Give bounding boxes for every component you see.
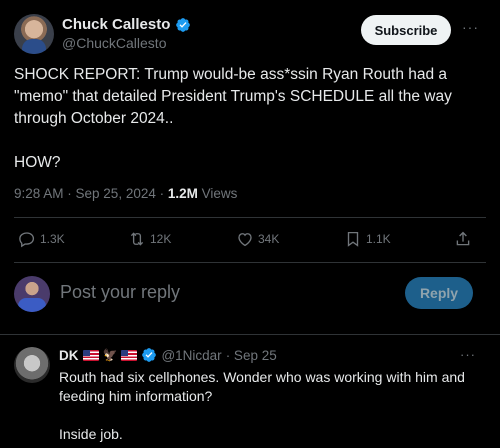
- eagle-icon: 🦅: [102, 348, 118, 362]
- like-icon: [238, 233, 252, 247]
- subscribe-button[interactable]: Subscribe: [361, 15, 451, 45]
- us-flag-icon: [121, 349, 138, 361]
- views-count: 1.2M: [167, 186, 198, 201]
- reply-button[interactable]: Reply: [405, 277, 473, 309]
- commenter-name[interactable]: DK: [59, 348, 79, 363]
- divider: [14, 217, 486, 218]
- reply-input[interactable]: Post your reply: [60, 282, 180, 303]
- author-name-row: Chuck Callesto: [62, 16, 191, 33]
- more-options-icon[interactable]: ···: [462, 19, 479, 35]
- commenter-avatar[interactable]: [14, 347, 50, 383]
- reply-action[interactable]: 1.3K: [18, 230, 65, 248]
- comment-date[interactable]: · Sep 25: [226, 348, 277, 363]
- comment-text: Routh had six cellphones. Wonder who was…: [59, 369, 465, 442]
- post-text: SHOCK REPORT: Trump would-be ass*ssin Ry…: [14, 66, 452, 171]
- commenter-handle[interactable]: @1Nicdar: [161, 348, 221, 363]
- comment-header: DK 🦅 @1Nicdar · Sep 25: [59, 347, 277, 363]
- current-user-avatar[interactable]: [14, 276, 50, 312]
- bookmark-action[interactable]: 1.1K: [344, 230, 391, 248]
- divider: [0, 334, 500, 335]
- share-icon: [456, 231, 470, 246]
- us-flag-icon: [82, 349, 99, 361]
- verified-badge-icon: [142, 348, 157, 362]
- repost-action[interactable]: 12K: [128, 230, 171, 248]
- bookmark-count: 1.1K: [366, 232, 391, 246]
- comment-more-icon[interactable]: ···: [460, 347, 476, 362]
- repost-icon: [130, 232, 144, 246]
- reply-composer: Post your reply Reply: [0, 264, 500, 324]
- reply-count: 1.3K: [40, 232, 65, 246]
- comment-item[interactable]: DK 🦅 @1Nicdar · Sep 25 ··· Routh had six…: [0, 337, 500, 448]
- repost-count: 12K: [150, 232, 172, 246]
- author-display-name[interactable]: Chuck Callesto: [62, 16, 170, 33]
- share-action[interactable]: [454, 230, 472, 248]
- author-handle[interactable]: @ChuckCallesto: [62, 35, 166, 51]
- post-timestamp[interactable]: 9:28 AM · Sep 25, 2024 ·: [14, 186, 168, 201]
- action-bar: 1.3K 12K 34K 1.1K: [0, 222, 500, 258]
- like-count: 34K: [258, 232, 280, 246]
- views-label: Views: [197, 186, 238, 201]
- bookmark-icon: [347, 231, 359, 247]
- verified-badge-icon: [176, 17, 191, 32]
- author-avatar[interactable]: [14, 14, 54, 54]
- divider: [14, 262, 486, 263]
- post-meta: 9:28 AM · Sep 25, 2024 · 1.2M Views: [14, 186, 237, 201]
- like-action[interactable]: 34K: [236, 230, 279, 248]
- reply-icon: [19, 232, 35, 248]
